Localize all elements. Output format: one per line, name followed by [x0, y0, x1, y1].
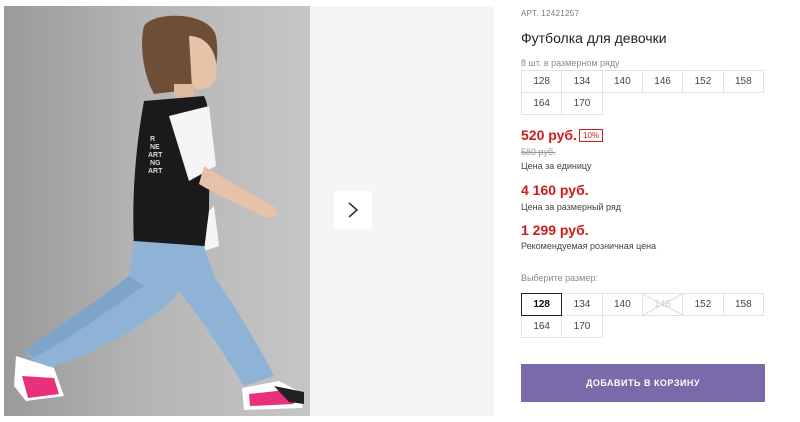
size-option[interactable]: 158 [722, 293, 764, 316]
product-gallery: R NE ART NG ART [0, 0, 494, 422]
product-photo: R NE ART NG ART [4, 6, 310, 416]
svg-text:ART: ART [148, 168, 163, 175]
size-option[interactable]: 140 [601, 293, 643, 316]
sku-value: 12421257 [541, 9, 580, 18]
retail-price-label: Рекомендуемая розничная цена [521, 241, 657, 251]
add-to-cart-button[interactable]: ДОБАВИТЬ В КОРЗИНУ [521, 364, 765, 402]
retail-price: 1 299 руб. [521, 222, 589, 238]
svg-text:NE: NE [150, 144, 160, 151]
size-option[interactable]: 152 [682, 293, 724, 316]
product-title: Футболка для девочки [521, 30, 667, 46]
size-option-unavailable: 146 [641, 293, 684, 316]
choose-size-label: Выберите размер: [521, 273, 598, 283]
size-option[interactable]: 164 [521, 315, 563, 338]
discount-badge: 10% [579, 129, 604, 142]
svg-text:R: R [150, 136, 155, 143]
chevron-right-icon [348, 202, 359, 218]
sku-prefix: АРТ. [521, 9, 539, 18]
pack-price-label: Цена за размерный ряд [521, 202, 622, 212]
size-selector-row: 128 134 140 146 152 158 [521, 293, 769, 316]
pack-size-cell: 134 [561, 70, 603, 93]
gallery-next-button[interactable] [334, 191, 372, 229]
unit-price: 520 руб. [521, 127, 577, 143]
pack-size-grid: 128 134 140 146 152 158 164 170 [521, 70, 769, 115]
svg-text:NG: NG [150, 160, 161, 167]
size-option-selected[interactable]: 128 [521, 293, 563, 316]
pack-size-cell: 152 [682, 70, 724, 93]
size-selector: 128 134 140 146 152 158 164 170 [521, 293, 769, 338]
pack-size-cell: 164 [521, 92, 563, 115]
pack-size-cell: 146 [641, 70, 684, 93]
product-photo-illustration: R NE ART NG ART [14, 15, 304, 410]
pack-price: 4 160 руб. [521, 182, 589, 198]
size-selector-row: 164 170 [521, 315, 769, 338]
pack-size-cell: 140 [601, 70, 643, 93]
pack-size-cell: 158 [722, 70, 764, 93]
product-sku: АРТ. 12421257 [521, 9, 579, 18]
pack-size-row: 164 170 [521, 92, 769, 115]
unavailable-cross-icon [642, 294, 683, 315]
pack-note: 8 шт. в размерном ряду [521, 58, 620, 68]
size-option[interactable]: 170 [561, 315, 603, 338]
pack-size-cell: 128 [521, 70, 563, 93]
pack-size-cell: 170 [561, 92, 603, 115]
size-option[interactable]: 134 [561, 293, 603, 316]
svg-text:ART: ART [148, 152, 163, 159]
pack-size-row: 128 134 140 146 152 158 [521, 70, 769, 93]
unit-price-label: Цена за единицу [521, 161, 592, 171]
old-price: 580 руб. [521, 147, 556, 157]
